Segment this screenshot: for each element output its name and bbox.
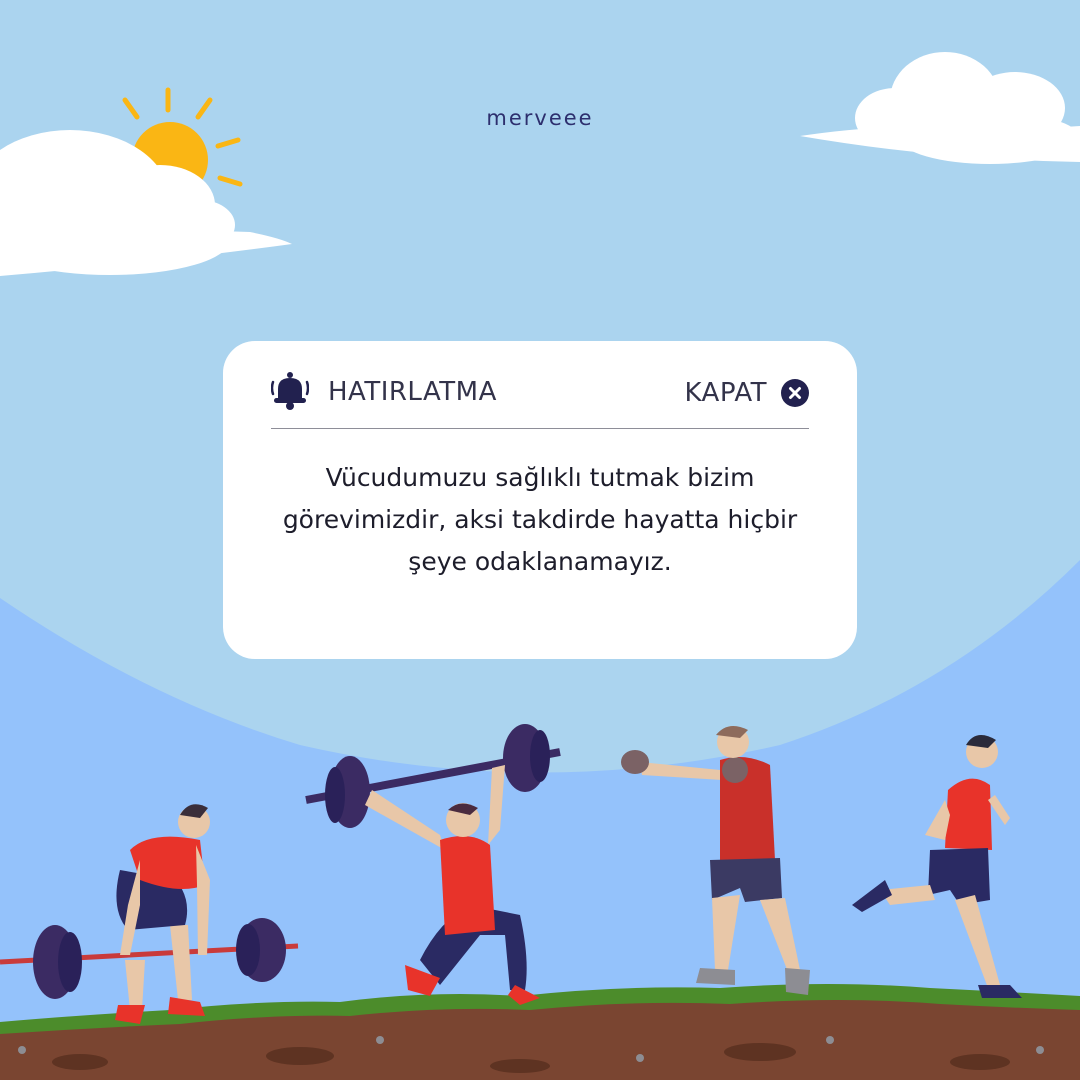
close-label: KAPAT	[684, 378, 767, 408]
reminder-card: HATIRLATMA KAPAT Vücudumuzu sağlıklı tut…	[223, 341, 857, 659]
reminder-header: HATIRLATMA KAPAT	[271, 369, 809, 429]
close-button[interactable]: KAPAT	[684, 373, 809, 413]
close-circle-icon[interactable]	[781, 379, 809, 407]
brand-name: merveee	[486, 106, 594, 130]
bell-icon	[271, 372, 309, 410]
reminder-title: HATIRLATMA	[328, 377, 497, 407]
reminder-message: Vücudumuzu sağlıklı tutmak bizim görevim…	[282, 463, 798, 576]
header-divider	[271, 428, 809, 429]
